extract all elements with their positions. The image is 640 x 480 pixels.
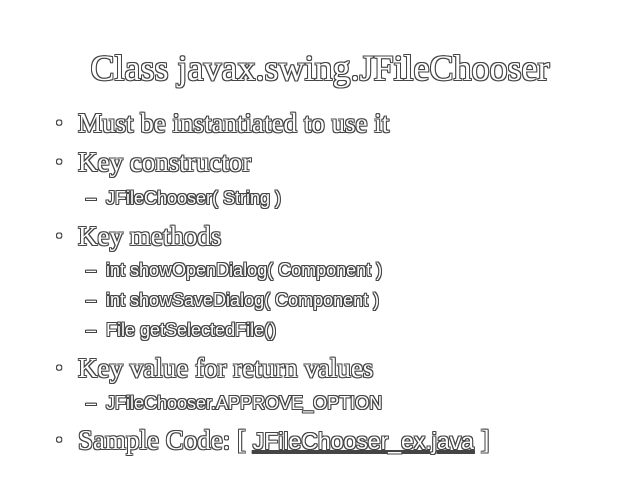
bullet-item: • Key value for return values xyxy=(56,351,373,385)
sample-code-link[interactable]: JFileChooser_ex.java xyxy=(253,428,474,454)
bullet-item: • Key constructor xyxy=(56,145,251,179)
dash-icon: – xyxy=(86,290,97,310)
sub-item: – File getSelectedFile() xyxy=(86,318,276,342)
bullet-item: • Key methods xyxy=(56,219,221,253)
slide-title: Class javax.swing.JFileChooser xyxy=(90,48,550,88)
bullet-icon: • xyxy=(56,226,63,246)
dash-icon: – xyxy=(86,320,97,340)
bullet-text: Must be instantiated to use it xyxy=(78,108,390,138)
sub-text: int showSaveDialog( Component ) xyxy=(106,290,380,310)
bullet-item: • Must be instantiated to use it xyxy=(56,106,389,140)
sample-code-prefix: Sample Code: [ xyxy=(78,425,253,455)
sub-item: – JFileChooser.APPROVE_OPTION xyxy=(86,391,382,415)
sub-item: – int showSaveDialog( Component ) xyxy=(86,288,379,312)
dash-icon: – xyxy=(86,393,97,413)
sub-text: JFileChooser.APPROVE_OPTION xyxy=(106,393,383,413)
bullet-icon: • xyxy=(56,113,63,133)
bullet-text: Key value for return values xyxy=(78,353,374,383)
sub-item: – JFileChooser( String ) xyxy=(86,186,281,210)
sub-item: – int showOpenDialog( Component ) xyxy=(86,258,382,282)
sample-code-suffix: ] xyxy=(473,425,490,455)
bullet-icon: • xyxy=(56,152,63,172)
bullet-text: Key constructor xyxy=(78,147,252,177)
bullet-text: Key methods xyxy=(78,221,222,251)
sub-text: File getSelectedFile() xyxy=(106,320,277,340)
sub-text: JFileChooser( String ) xyxy=(106,188,282,208)
dash-icon: – xyxy=(86,188,97,208)
bullet-item-sample-code: • Sample Code: [ JFileChooser_ex.java ] xyxy=(56,423,490,458)
slide: Class javax.swing.JFileChooser • Must be … xyxy=(0,0,640,480)
bullet-icon: • xyxy=(56,358,63,378)
bullet-icon: • xyxy=(56,430,63,450)
dash-icon: – xyxy=(86,260,97,280)
sub-text: int showOpenDialog( Component ) xyxy=(106,260,383,280)
